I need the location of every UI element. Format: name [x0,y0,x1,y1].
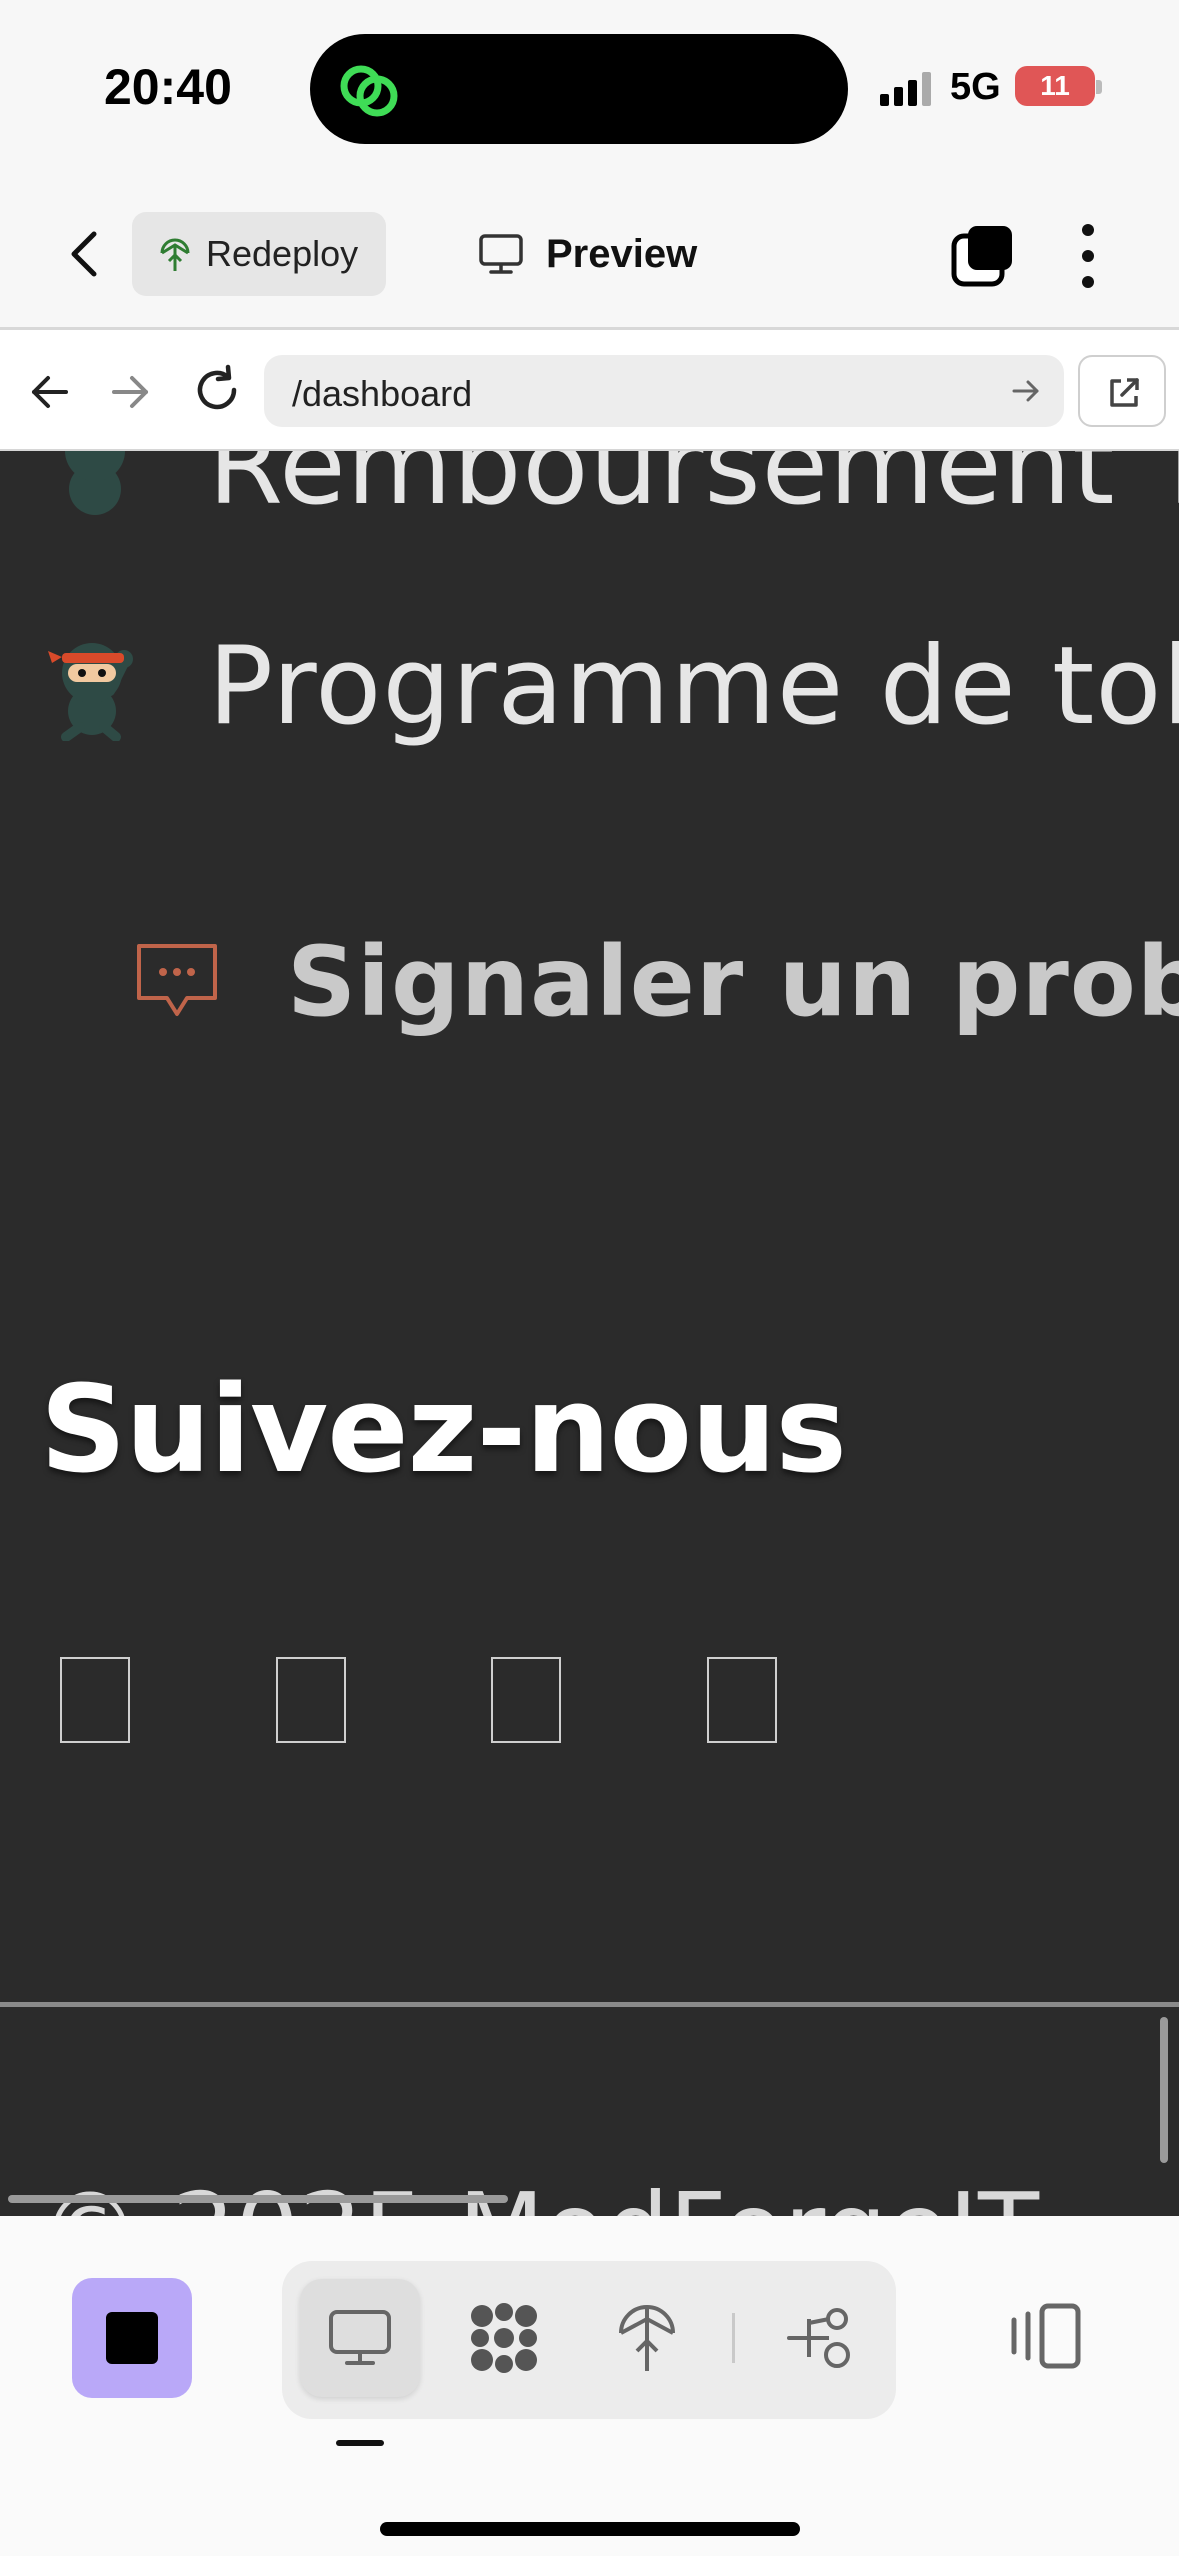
status-bar: 20:40 5G 11 [0,0,1179,180]
preview-tab[interactable] [300,2279,420,2397]
open-external-button[interactable] [1078,355,1166,427]
monitor-icon [479,234,523,274]
url-text: /dashboard [292,373,473,414]
stop-square-icon [106,2312,158,2364]
url-input[interactable]: /dashboard [264,355,1064,427]
deploy-tab[interactable] [587,2279,707,2397]
more-vertical-icon[interactable] [1068,220,1108,292]
deploy-tree-icon [619,2305,675,2371]
social-icon-4[interactable] [707,1657,777,1743]
preview-button[interactable]: Preview [478,224,697,284]
report-problem-link[interactable]: Signaler un problèn [135,907,1179,1057]
chat-bubble-icon [137,944,217,1016]
stop-button[interactable] [72,2278,192,2398]
tabs-switcher-icon[interactable] [950,224,1016,290]
nav-forward-arrow-icon[interactable] [108,369,154,415]
monitor-icon [329,2310,391,2365]
battery-cap [1096,80,1102,94]
nav-link-label: Programme de toke [208,623,1179,749]
deploy-tree-icon [160,238,190,271]
redeploy-label: Redeploy [206,233,359,274]
workflow-nodes-icon [787,2308,850,2368]
network-type: 5G [950,66,1001,108]
nav-link-label: Remboursement To [208,451,1179,529]
external-link-icon [1110,378,1139,407]
panel-toggle-icon[interactable] [1006,2296,1086,2376]
molecule-grid-icon [471,2303,537,2373]
report-problem-label: Signaler un problèn [287,926,1179,1038]
mode-segmented-control [282,2261,896,2419]
battery-level: 11 [1040,70,1070,101]
follow-us-heading: Suivez-nous [40,1361,847,1500]
segment-separator [732,2313,735,2363]
dynamic-island [310,34,848,144]
redeploy-button[interactable]: Redeploy [132,212,386,296]
nav-link-programme[interactable]: Programme de toke [40,611,1179,761]
vertical-scrollbar[interactable] [1160,2017,1168,2163]
go-arrow-icon[interactable] [1010,375,1042,407]
footer-divider [0,2002,1179,2007]
back-chevron-icon[interactable] [58,224,114,284]
webview-content: Remboursement To Programme de toke Signa… [0,451,1179,2216]
status-time: 20:40 [104,59,232,115]
copyright-text: © 2025 ModForgeIT [40,2171,1039,2216]
battery-indicator: 11 [1015,66,1095,106]
browser-url-bar: /dashboard [0,333,1179,451]
ninja-icon [65,451,125,515]
social-icon-2[interactable] [276,1657,346,1743]
ninja-icon [48,643,133,741]
reload-icon[interactable] [190,363,244,417]
cellular-signal-icon [880,72,931,106]
bottom-toolbar [0,2216,1179,2556]
app-toolbar: Redeploy Preview [0,180,1179,330]
preview-label: Preview [546,231,698,276]
nav-back-arrow-icon[interactable] [26,369,72,415]
social-icon-1[interactable] [60,1657,130,1743]
components-tab[interactable] [444,2279,564,2397]
nav-link-remboursement[interactable]: Remboursement To [40,451,1179,541]
social-icon-3[interactable] [491,1657,561,1743]
link-app-icon [340,65,398,117]
active-tab-indicator [336,2440,384,2446]
workflow-tab[interactable] [760,2279,880,2397]
horizontal-scrollbar[interactable] [8,2195,508,2203]
home-indicator[interactable] [380,2522,800,2536]
